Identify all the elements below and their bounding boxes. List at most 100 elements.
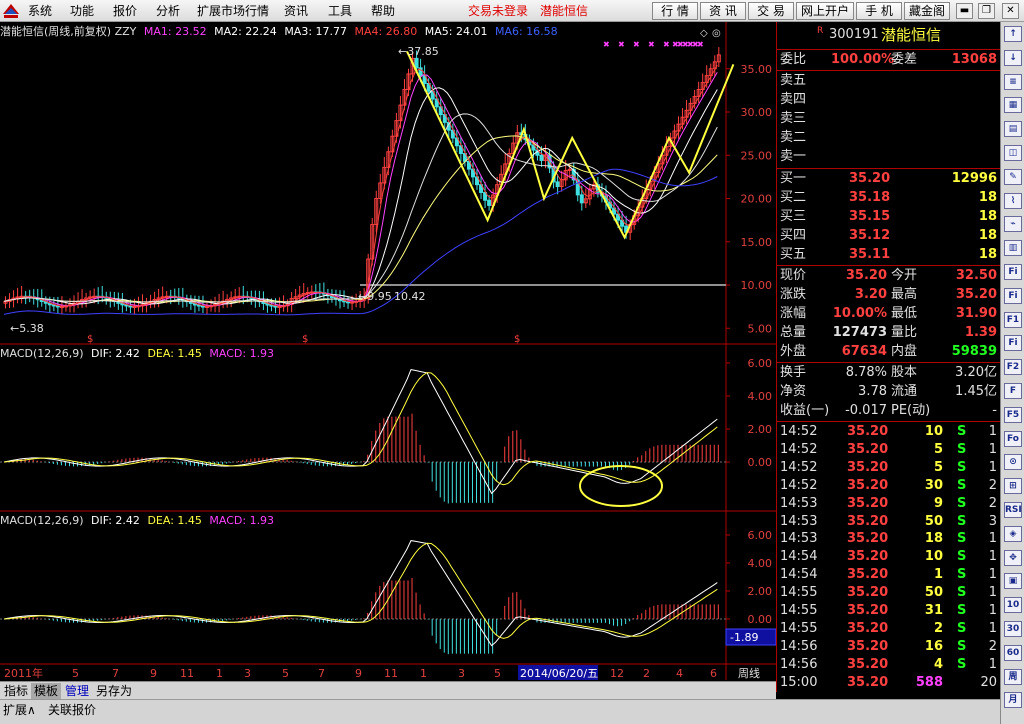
toolbar-icon[interactable]: Fi xyxy=(1004,287,1022,304)
highlight-ellipse xyxy=(579,465,663,507)
quote-mode-button[interactable]: 行 情 xyxy=(652,2,698,20)
tick-time: 14:56 xyxy=(780,638,818,654)
toolbar-icon[interactable]: ▦ xyxy=(1004,97,1022,114)
toolbar-icon[interactable]: ▤ xyxy=(1004,121,1022,138)
toolbar-icon[interactable]: ✎ xyxy=(1004,168,1022,185)
toolbar-icon[interactable]: ◫ xyxy=(1004,145,1022,161)
toolbar-icon[interactable]: F2 xyxy=(1004,359,1022,376)
sell-row[interactable]: 卖三 xyxy=(777,110,1001,128)
toolbar-icon[interactable]: F5 xyxy=(1004,406,1022,423)
menu-extended-market[interactable]: 扩展市场行情 xyxy=(197,0,269,22)
toolbar-icon[interactable]: 周 xyxy=(1004,668,1022,685)
toolbar-icon[interactable]: ↓ xyxy=(1004,49,1022,66)
menu-analysis[interactable]: 分析 xyxy=(156,0,180,22)
toolbar-icon[interactable]: F xyxy=(1004,383,1022,399)
x-axis-label: 5 xyxy=(72,667,79,680)
x-axis-label: 7 xyxy=(318,667,325,680)
stat-row: 涨跌 3.20 最高 35.20 xyxy=(777,286,1001,304)
tick-time: 15:00 xyxy=(780,674,818,690)
trade-login-status[interactable]: 交易未登录 xyxy=(468,0,528,22)
toolbar-icon[interactable]: ⊙ xyxy=(1004,454,1022,471)
stat-value: 35.20 xyxy=(955,287,997,302)
dividend-marker: $ xyxy=(514,334,520,345)
menu-quote[interactable]: 报价 xyxy=(113,0,137,22)
tab-template[interactable]: 模板 xyxy=(31,683,62,699)
macd1-title: MACD(12,26,9) xyxy=(0,347,84,360)
buy-price: 35.18 xyxy=(849,190,891,205)
expand-button[interactable]: 扩展∧ xyxy=(3,701,36,718)
stat-label: 涨幅 xyxy=(780,306,807,321)
tick-time: 14:55 xyxy=(780,585,818,601)
cursor-date: 2014/06/20/五 xyxy=(520,667,598,680)
toolbar-icon[interactable]: F1 xyxy=(1004,311,1022,328)
toolbar-icon[interactable]: Fi xyxy=(1004,264,1022,280)
toolbar-icon[interactable]: ≡ xyxy=(1004,73,1022,90)
mobile-button[interactable]: 手 机 xyxy=(856,2,902,20)
tick-count: 2 xyxy=(988,477,997,493)
stat-value: 10.00% xyxy=(832,306,887,321)
open-account-button[interactable]: 网上开户 xyxy=(796,2,854,20)
x-axis-label: 11 xyxy=(384,667,398,680)
circle-icon: ◎ xyxy=(712,28,721,39)
tick-volume: 31 xyxy=(924,603,943,618)
menu-news[interactable]: 资讯 xyxy=(284,0,308,22)
minimize-icon[interactable]: ▬ xyxy=(956,3,973,19)
toolbar-icon[interactable]: 30 xyxy=(1004,621,1022,637)
sell-label: 卖一 xyxy=(780,149,807,164)
toolbar-icon[interactable]: ▣ xyxy=(1004,573,1022,590)
toolbar-icon[interactable]: ▥ xyxy=(1004,240,1022,257)
toolbar-icon[interactable]: ⊞ xyxy=(1004,478,1022,495)
candle-body xyxy=(487,199,492,206)
macd2-axis-label: 2.00 xyxy=(748,585,773,598)
buy-row[interactable]: 买二 35.18 18 xyxy=(777,189,1001,207)
toolbar-icon[interactable]: ✥ xyxy=(1004,549,1022,566)
sell-row[interactable]: 卖二 xyxy=(777,129,1001,147)
menu-system[interactable]: 系统 xyxy=(28,0,52,22)
x-axis-label: 6 xyxy=(710,667,717,680)
macd1-dea: DEA: 1.45 xyxy=(147,347,202,360)
toolbar-icon[interactable]: ◈ xyxy=(1004,525,1022,542)
menu-tools[interactable]: 工具 xyxy=(328,0,352,22)
toolbar-icon[interactable]: 10 xyxy=(1004,597,1022,614)
tab-manage[interactable]: 管理 xyxy=(62,683,92,699)
sell-row[interactable]: 卖一 xyxy=(777,148,1001,166)
ma2-label: MA2: 22.24 xyxy=(214,25,277,38)
chart-area[interactable]: 35.00 30.00 25.00 20.00 15.00 10.00 5.00 ←37.85… xyxy=(0,22,776,680)
toolbar-icon[interactable]: ⌇ xyxy=(1004,192,1022,209)
x-axis-label: 2011年 xyxy=(4,666,43,680)
buy-label: 买一 xyxy=(780,171,807,186)
buy-row[interactable]: 买一 35.20 12996 xyxy=(777,170,1001,188)
tab-save-as[interactable]: 另存为 xyxy=(93,683,135,699)
toolbar-icon[interactable]: 60 xyxy=(1004,644,1022,661)
toolbar-icon[interactable]: RSI xyxy=(1004,502,1022,518)
toolbar-icon[interactable]: ↑ xyxy=(1004,26,1022,42)
trade-mode-button[interactable]: 交 易 xyxy=(748,2,794,20)
tick-price: 35.20 xyxy=(847,549,889,565)
tab-indicator[interactable]: 指标 xyxy=(1,683,31,699)
sell-row[interactable]: 卖四 xyxy=(777,91,1001,109)
buy-label: 买二 xyxy=(780,190,807,205)
restore-icon[interactable]: ❐ xyxy=(978,3,995,19)
stat-row: 涨幅 10.00% 最低 31.90 xyxy=(777,305,1001,323)
buy-row[interactable]: 买四 35.12 18 xyxy=(777,227,1001,245)
toolbar-icon[interactable]: 月 xyxy=(1004,692,1022,709)
price-axis-label: 30.00 xyxy=(741,106,773,119)
news-mode-button[interactable]: 资 讯 xyxy=(700,2,746,20)
buy-row[interactable]: 买三 35.15 18 xyxy=(777,208,1001,226)
toolbar-icon[interactable]: Fi xyxy=(1004,335,1022,352)
macd2-dea: DEA: 1.45 xyxy=(147,514,202,527)
toolbar-icon[interactable]: ⌁ xyxy=(1004,216,1022,233)
linked-quote-button[interactable]: 关联报价 xyxy=(48,701,96,718)
tick-volume: 588 xyxy=(915,674,943,690)
tick-row: 14:56 35.20 4 S 1 xyxy=(777,656,1001,674)
high-annotation: ←37.85 xyxy=(398,45,439,58)
menu-function[interactable]: 功能 xyxy=(70,0,94,22)
buy-row[interactable]: 买五 35.11 18 xyxy=(777,246,1001,264)
toolbar-icon[interactable]: Fo xyxy=(1004,430,1022,447)
tick-side: S xyxy=(957,585,967,601)
close-icon[interactable]: ✕ xyxy=(1002,3,1019,19)
sell-row[interactable]: 卖五 xyxy=(777,72,1001,90)
cangjinge-button[interactable]: 藏金阁 xyxy=(904,2,950,20)
menu-help[interactable]: 帮助 xyxy=(371,0,395,22)
buy-price: 35.12 xyxy=(849,228,891,243)
